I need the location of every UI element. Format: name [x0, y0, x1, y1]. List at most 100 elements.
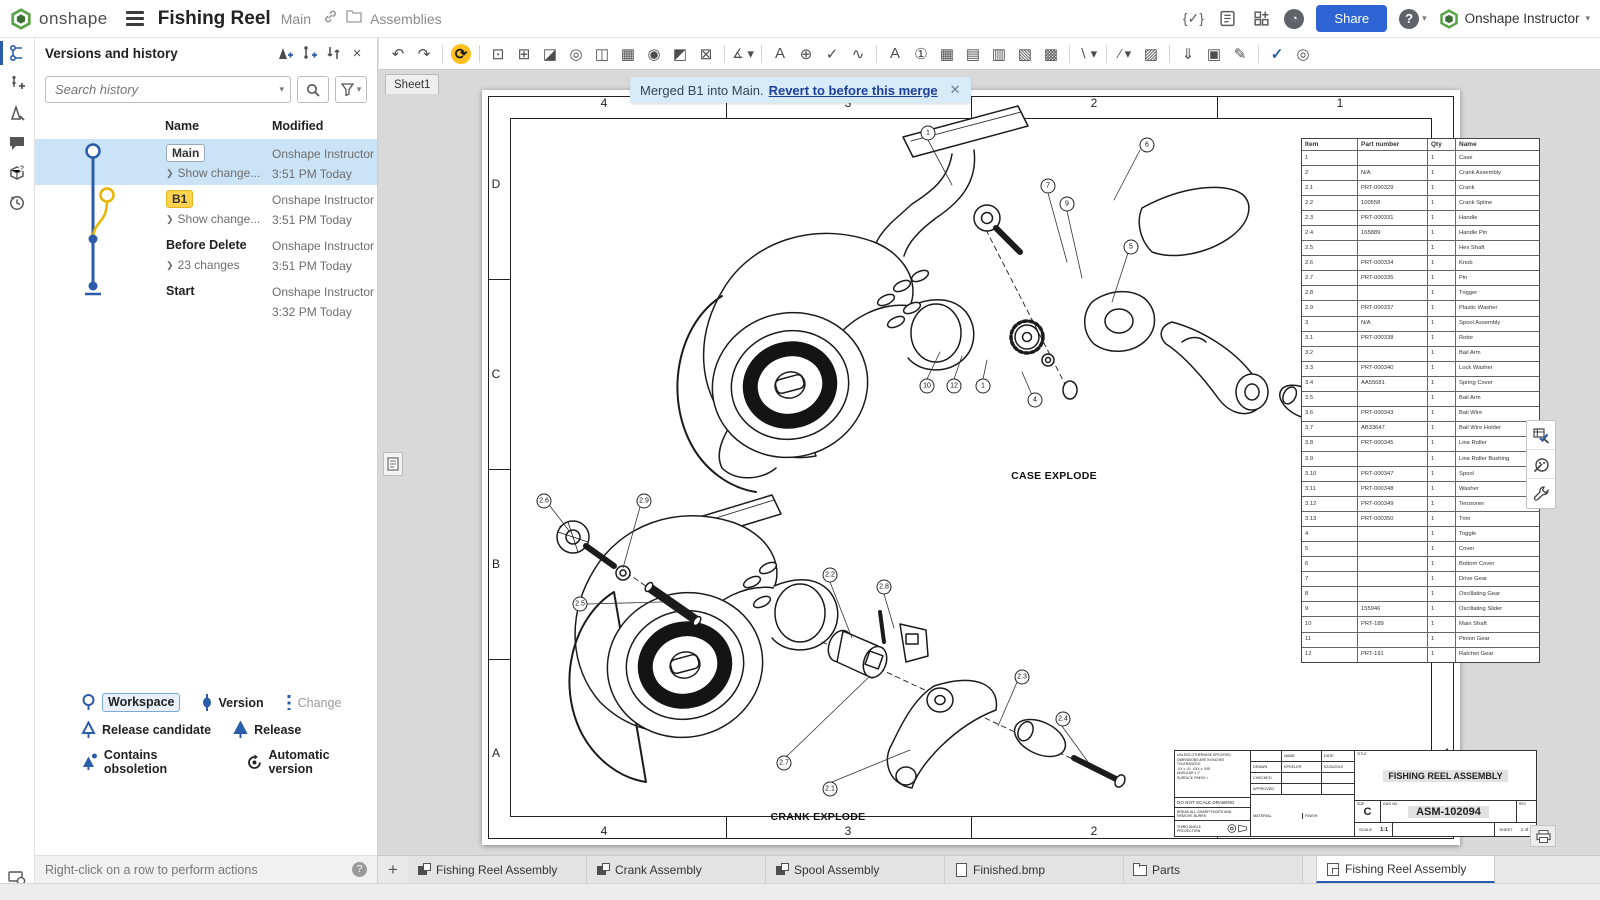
document-tab[interactable]: Spool Assembly: [766, 856, 945, 883]
balloon-callout[interactable]: 2.6: [537, 494, 552, 509]
balloon-callout[interactable]: 7: [1041, 179, 1056, 194]
show-changes-link[interactable]: Show change...: [178, 212, 261, 226]
expand-chevron-icon[interactable]: ❯: [166, 260, 174, 271]
balloon-callout[interactable]: 2.2: [823, 568, 838, 583]
toolbar-icon[interactable]: [1258, 45, 1259, 63]
toolbar-icon[interactable]: ✎: [1227, 41, 1253, 67]
column-header-name[interactable]: Name: [165, 119, 270, 133]
bom-row[interactable]: 8 1 Oscillating Gear: [1302, 587, 1539, 602]
expand-chevron-icon[interactable]: ❯: [166, 168, 174, 179]
bom-row[interactable]: 3 N/A 1 Spool Assembly: [1302, 317, 1539, 332]
comments-icon[interactable]: [0, 128, 34, 158]
toolbar-icon[interactable]: ↶: [385, 41, 411, 67]
expand-chevron-icon[interactable]: ❯: [166, 214, 174, 225]
drawing-number-cell[interactable]: DWG NOASM-102094: [1381, 801, 1516, 822]
share-link-icon[interactable]: [323, 9, 338, 29]
toolbar-icon[interactable]: ✓: [1264, 41, 1290, 67]
balloon-callout[interactable]: 2.3: [1015, 670, 1030, 685]
toolbar-icon[interactable]: [724, 45, 725, 63]
history-row-main[interactable]: Main ❯Show change... Onshape Instructor3…: [35, 139, 377, 185]
bom-row[interactable]: 2 N/A 1 Crank Assembly: [1302, 166, 1539, 181]
properties-wrench-icon[interactable]: [1527, 479, 1555, 508]
toolbar-icon[interactable]: A: [882, 41, 908, 67]
bom-row[interactable]: 7 1 Drive Gear: [1302, 572, 1539, 587]
add-tab-button[interactable]: +: [378, 856, 408, 883]
balloon-callout[interactable]: 2.1: [823, 782, 838, 797]
toolbar-icon[interactable]: ↷: [411, 41, 437, 67]
toolbar-icon[interactable]: ∡ ▾: [730, 41, 756, 67]
bom-row[interactable]: 2.5 1 Hex Shaft: [1302, 241, 1539, 256]
changes-count[interactable]: 23 changes: [178, 258, 240, 272]
create-branch-icon[interactable]: [297, 42, 321, 64]
bom-row[interactable]: 3.7 AB33647 1 Bail Wire Holder: [1302, 422, 1539, 437]
balloon-callout[interactable]: 2.7: [777, 756, 792, 771]
search-history-input[interactable]: [46, 82, 290, 97]
bom-row[interactable]: 10 PRT-189 1 Main Shaft: [1302, 617, 1539, 632]
workspace-name[interactable]: Main: [281, 11, 311, 27]
balloon-callout[interactable]: 2.4: [1056, 712, 1071, 727]
toolbar-icon[interactable]: [761, 45, 762, 63]
release-tasks-icon[interactable]: [1216, 8, 1238, 30]
toolbar-icon[interactable]: [876, 45, 877, 63]
balloon-callout[interactable]: 9: [1060, 197, 1075, 212]
bom-row[interactable]: 6 1 Bottom Cover: [1302, 557, 1539, 572]
bom-row[interactable]: 11 1 Pinion Gear: [1302, 633, 1539, 648]
bom-row[interactable]: 3.3 PRT-000340 1 Lock Washer: [1302, 362, 1539, 377]
toolbar-icon[interactable]: ▨: [1138, 41, 1164, 67]
toolbar-icon[interactable]: ◉: [641, 41, 667, 67]
balloon-callout[interactable]: 6: [1140, 138, 1155, 153]
help-hint-icon[interactable]: ?: [352, 862, 367, 877]
toolbar-icon[interactable]: [442, 45, 443, 63]
bom-row[interactable]: 3.10 PRT-000347 1 Spool: [1302, 467, 1539, 482]
search-options-caret-icon[interactable]: ▾: [279, 84, 284, 95]
main-menu-icon[interactable]: [126, 11, 144, 26]
bom-row[interactable]: 12 PRT-191 1 Ratchet Gear: [1302, 648, 1539, 662]
compare-icon[interactable]: [321, 42, 345, 64]
balloon-callout[interactable]: 10: [920, 379, 935, 394]
toolbar-icon[interactable]: ◫: [589, 41, 615, 67]
toolbar-icon[interactable]: ⊕: [793, 41, 819, 67]
app-store-icon[interactable]: [1250, 8, 1272, 30]
document-tab[interactable]: Finished.bmp: [945, 856, 1124, 883]
toolbar-icon[interactable]: ∕ ▾: [1112, 41, 1138, 67]
document-tab[interactable]: Crank Assembly: [587, 856, 766, 883]
toolbar-icon[interactable]: ⟳: [451, 44, 471, 64]
parts-icon[interactable]: ?: [0, 158, 34, 188]
bom-row[interactable]: 2.9 PRT-000337 1 Plastic Washer: [1302, 301, 1539, 316]
revert-merge-link[interactable]: Revert to before this merge: [769, 83, 938, 98]
history-icon[interactable]: [0, 188, 34, 218]
close-panel-icon[interactable]: ×: [345, 42, 369, 64]
document-tab[interactable]: Fishing Reel Assembly: [1316, 856, 1495, 883]
balloon-callout[interactable]: 2.5: [573, 597, 588, 612]
onshape-logo[interactable]: onshape: [10, 8, 108, 30]
bom-row[interactable]: 1 1 Case: [1302, 151, 1539, 166]
bom-row[interactable]: 5 1 Cover: [1302, 542, 1539, 557]
toolbar-icon[interactable]: ▦: [934, 41, 960, 67]
toolbar-icon[interactable]: ◩: [667, 41, 693, 67]
toolbar-icon[interactable]: ⊠: [693, 41, 719, 67]
versions-history-icon[interactable]: [0, 38, 34, 68]
toolbar-icon[interactable]: [1069, 45, 1070, 63]
balloon-callout[interactable]: 1: [921, 126, 936, 141]
history-row-b1[interactable]: B1 ❯Show change... Onshape Instructor3:5…: [35, 185, 377, 231]
toolbar-icon[interactable]: ◎: [563, 41, 589, 67]
balloon-callout[interactable]: 2.9: [637, 494, 652, 509]
balloon-callout[interactable]: 12: [947, 379, 962, 394]
toolbar-icon[interactable]: [1169, 45, 1170, 63]
toolbar-icon[interactable]: ▤: [960, 41, 986, 67]
history-row-start[interactable]: Start Onshape Instructor3:32 PM Today: [35, 277, 377, 321]
show-changes-link[interactable]: Show change...: [178, 166, 261, 180]
bom-row[interactable]: 2.1 PRT-000329 1 Crank: [1302, 181, 1539, 196]
toolbar-icon[interactable]: ⇓: [1175, 41, 1201, 67]
help-icon[interactable]: ?: [1399, 9, 1419, 29]
toolbar-icon[interactable]: ①: [908, 41, 934, 67]
history-row-before-delete[interactable]: Before Delete ❯23 changes Onshape Instru…: [35, 231, 377, 277]
column-header-modified[interactable]: Modified: [272, 119, 323, 133]
create-version-icon[interactable]: [273, 42, 297, 64]
toolbar-icon[interactable]: ✓: [819, 41, 845, 67]
account-menu[interactable]: Onshape Instructor ▾: [1439, 9, 1590, 29]
bom-row[interactable]: 2.8 1 Trigger: [1302, 286, 1539, 301]
toolbar-icon[interactable]: ▣: [1201, 41, 1227, 67]
language-icon[interactable]: ◔: [1284, 9, 1304, 29]
toolbar-icon[interactable]: ◪: [537, 41, 563, 67]
